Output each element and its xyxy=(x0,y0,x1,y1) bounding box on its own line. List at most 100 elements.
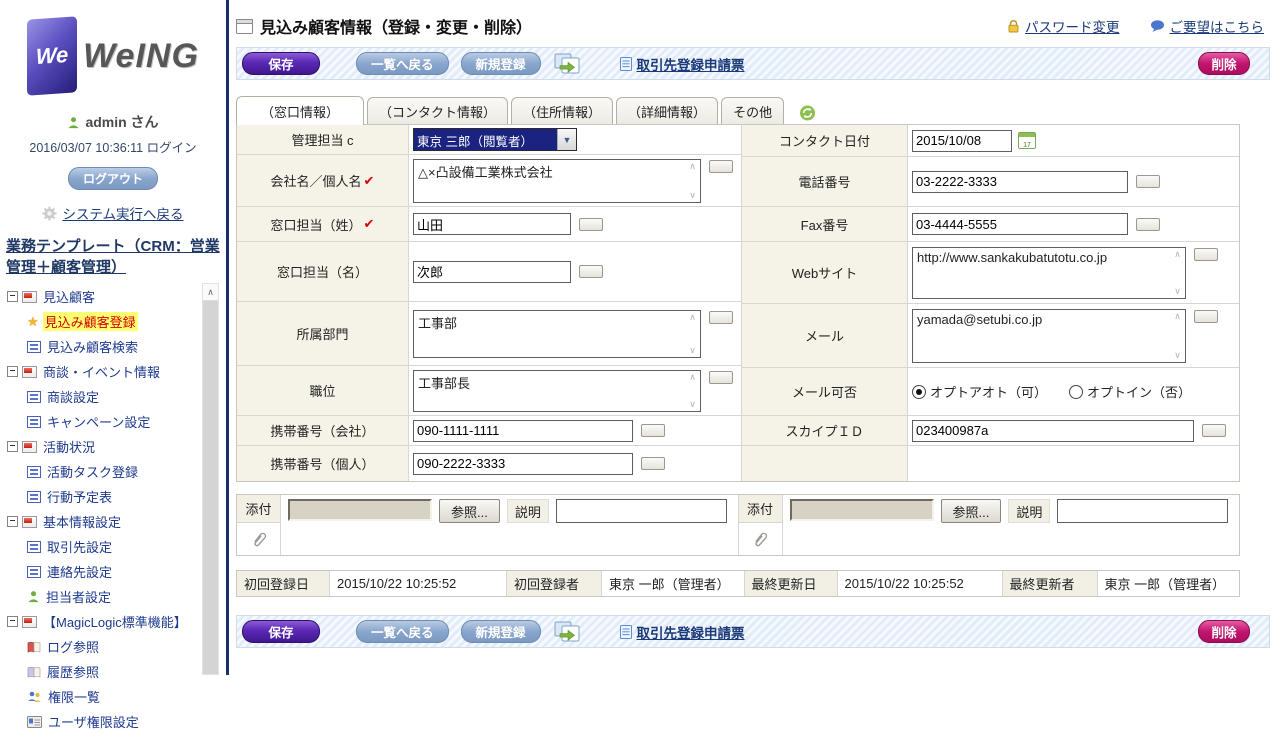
browse-button[interactable]: 参照... xyxy=(941,499,1002,523)
tree-item[interactable]: ログ参照 xyxy=(0,634,226,659)
overflow-mini-button[interactable] xyxy=(709,160,733,173)
tree-root-item[interactable]: 【MagicLogic標準機能】 xyxy=(0,609,226,634)
tab-bar: （窓口情報） （コンタクト情報） （住所情報） （詳細情報） その他 xyxy=(236,95,1274,124)
copy-record-icon[interactable] xyxy=(553,620,582,644)
overflow-mini-button[interactable] xyxy=(1194,248,1218,261)
description-input[interactable] xyxy=(1057,499,1228,523)
mobile-company-input[interactable] xyxy=(413,420,633,442)
overflow-mini-button[interactable] xyxy=(641,424,665,437)
tab-other[interactable]: その他 xyxy=(721,97,784,124)
description-input[interactable] xyxy=(556,499,727,523)
tree-root-item[interactable]: 活動状況 xyxy=(0,434,226,459)
account-request-link[interactable]: 取引先登録申請票 xyxy=(620,54,745,74)
email-textarea[interactable]: yamada@setubi.co.jp∧∨ xyxy=(912,309,1186,363)
position-textarea[interactable]: 工事部長∧∨ xyxy=(413,370,701,412)
contact-date-input[interactable] xyxy=(912,130,1012,152)
form-row-manager: 管理担当 c東京 三郎（閲覧者）▼ xyxy=(237,125,741,155)
overflow-mini-button[interactable] xyxy=(579,265,603,278)
tree-item[interactable]: ユーザ権限設定 xyxy=(0,709,226,734)
overflow-mini-button[interactable] xyxy=(1136,175,1160,188)
chevron-down-icon[interactable]: ▼ xyxy=(557,129,576,150)
radio-icon[interactable] xyxy=(1069,385,1083,399)
textarea-scroll-icons[interactable]: ∧∨ xyxy=(686,372,699,410)
radio-icon[interactable] xyxy=(912,385,926,399)
tree-item[interactable]: 活動タスク登録 xyxy=(0,459,226,484)
password-change-link[interactable]: パスワード変更 xyxy=(1007,16,1120,36)
back-to-list-button[interactable]: 一覧へ戻る xyxy=(356,52,449,75)
save-button[interactable]: 保存 xyxy=(242,52,320,75)
tab-contact-window[interactable]: （窓口情報） xyxy=(236,96,364,125)
sidebar-scrollbar[interactable]: ∧ xyxy=(202,283,219,675)
contact-last-input[interactable] xyxy=(413,213,571,235)
scrollbar-thumb[interactable] xyxy=(203,301,218,674)
scroll-up-icon[interactable]: ∧ xyxy=(203,284,218,301)
collapse-icon[interactable] xyxy=(7,441,18,452)
list-icon xyxy=(27,341,41,353)
tree-item[interactable]: 担当者設定 xyxy=(0,584,226,609)
fax-label: Fax番号 xyxy=(742,207,908,241)
contact-first-input[interactable] xyxy=(413,261,571,283)
form-row-company: 会社名／個人名✔△×凸設備工業株式会社∧∨ xyxy=(237,155,741,207)
menu-heading: 業務テンプレート（CRM：営業管理＋顧客管理） xyxy=(6,236,220,278)
delete-button[interactable]: 削除 xyxy=(1198,52,1250,75)
tree-item[interactable]: 取引先設定 xyxy=(0,534,226,559)
textarea-scroll-icons[interactable]: ∧∨ xyxy=(686,312,699,356)
tree-item[interactable]: ★見込み顧客登録 xyxy=(0,309,226,334)
tree-root-item[interactable]: 見込顧客 xyxy=(0,284,226,309)
mail-opt-radio-option[interactable]: オプトイン（否） xyxy=(1069,382,1191,401)
department-textarea[interactable]: 工事部∧∨ xyxy=(413,310,701,358)
tree-item[interactable]: 権限一覧 xyxy=(0,684,226,709)
company-textarea[interactable]: △×凸設備工業株式会社∧∨ xyxy=(413,159,701,203)
mail-opt-radio-option[interactable]: オプトアオト（可） xyxy=(912,382,1047,401)
collapse-icon[interactable] xyxy=(7,291,18,302)
tab-address-info[interactable]: （住所情報） xyxy=(511,97,613,124)
calendar-icon[interactable] xyxy=(1018,132,1036,149)
copy-record-icon[interactable] xyxy=(553,52,582,76)
account-request-link[interactable]: 取引先登録申請票 xyxy=(620,622,745,642)
tree-item[interactable]: 連絡先設定 xyxy=(0,559,226,584)
tab-contact-info[interactable]: （コンタクト情報） xyxy=(367,97,508,124)
tree-item[interactable]: 行動予定表 xyxy=(0,484,226,509)
tree-item[interactable]: 商談設定 xyxy=(0,384,226,409)
skype-input[interactable] xyxy=(912,420,1194,442)
overflow-mini-button[interactable] xyxy=(709,371,733,384)
tree-root-item[interactable]: 基本情報設定 xyxy=(0,509,226,534)
back-to-list-button[interactable]: 一覧へ戻る xyxy=(356,620,449,643)
textarea-scroll-icons[interactable]: ∧∨ xyxy=(686,161,699,201)
attachment-file-input[interactable] xyxy=(288,499,432,521)
textarea-scroll-icons[interactable]: ∧∨ xyxy=(1171,311,1184,361)
tab-detail-info[interactable]: （詳細情報） xyxy=(616,97,718,124)
overflow-mini-button[interactable] xyxy=(709,311,733,324)
manager-select[interactable]: 東京 三郎（閲覧者）▼ xyxy=(413,128,577,151)
overflow-mini-button[interactable] xyxy=(641,457,665,470)
tree-root-item[interactable]: 商談・イベント情報 xyxy=(0,359,226,384)
document-icon xyxy=(620,625,632,639)
fax-input[interactable] xyxy=(912,213,1128,235)
phone-input[interactable] xyxy=(912,171,1128,193)
delete-button[interactable]: 削除 xyxy=(1198,620,1250,643)
browse-button[interactable]: 参照... xyxy=(439,499,500,523)
contact-first-label: 窓口担当（名） xyxy=(237,242,409,301)
new-entry-button[interactable]: 新規登録 xyxy=(461,620,541,643)
tree-item[interactable]: キャンペーン設定 xyxy=(0,409,226,434)
overflow-mini-button[interactable] xyxy=(579,218,603,231)
logout-button[interactable]: ログアウト xyxy=(68,167,158,190)
save-button[interactable]: 保存 xyxy=(242,620,320,643)
overflow-mini-button[interactable] xyxy=(1136,218,1160,231)
mobile-personal-input[interactable] xyxy=(413,453,633,475)
feedback-link[interactable]: ご要望はこちら xyxy=(1150,16,1265,36)
collapse-icon[interactable] xyxy=(7,516,18,527)
phone-label: 電話番号 xyxy=(742,157,908,206)
collapse-icon[interactable] xyxy=(7,366,18,377)
overflow-mini-button[interactable] xyxy=(1202,424,1226,437)
tree-item[interactable]: 見込み顧客検索 xyxy=(0,334,226,359)
new-entry-button[interactable]: 新規登録 xyxy=(461,52,541,75)
textarea-scroll-icons[interactable]: ∧∨ xyxy=(1171,249,1184,297)
overflow-mini-button[interactable] xyxy=(1194,310,1218,323)
collapse-icon[interactable] xyxy=(7,616,18,627)
website-textarea[interactable]: http://www.sankakubatutotu.co.jp∧∨ xyxy=(912,247,1186,299)
attachment-file-input[interactable] xyxy=(790,499,934,521)
back-to-system-link[interactable]: システム実行へ戻る xyxy=(62,203,183,223)
refresh-icon[interactable] xyxy=(799,105,816,121)
tree-item[interactable]: 履歴参照 xyxy=(0,659,226,684)
